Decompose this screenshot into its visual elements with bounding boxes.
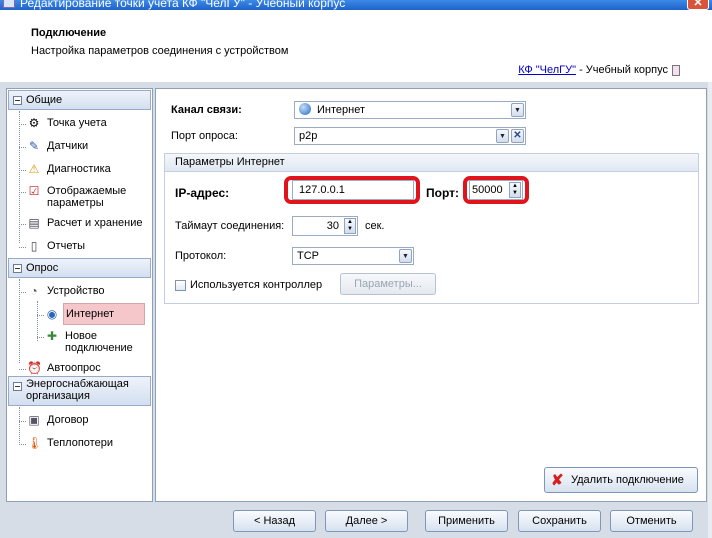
sidebar-item-label: Диагностика (47, 163, 111, 175)
page-header: Подключение Настройка параметров соедине… (0, 10, 712, 82)
add-connection-icon: ✚ (46, 329, 58, 343)
port-poll-select[interactable]: p2p ▼ ✕ (294, 127, 526, 145)
page-subtitle: Настройка параметров соединения с устрой… (31, 45, 289, 57)
chevron-down-icon[interactable]: ▼ (399, 249, 412, 263)
collapse-icon[interactable] (13, 382, 22, 391)
connection-panel: Канал связи: Интернет ▼ Порт опроса: p2p… (155, 88, 707, 502)
protocol-select[interactable]: TCP ▼ (292, 247, 414, 265)
right-edge-scrollbar (708, 82, 712, 538)
delete-connection-label: Удалить подключение (571, 474, 684, 486)
delete-connection-button[interactable]: ✘ Удалить подключение (544, 467, 698, 493)
channel-value: Интернет (317, 104, 365, 116)
point-icon: ⚙ (28, 116, 40, 130)
sidebar-group-poll[interactable]: Опрос (8, 258, 151, 278)
channel-label: Канал связи: (171, 104, 242, 116)
sidebar-item-label: Теплопотери (47, 437, 113, 449)
alarm-clock-icon: ⏰ (27, 361, 42, 375)
ip-address-input[interactable]: 127.0.0.1 (292, 180, 414, 200)
back-button[interactable]: < Назад (233, 510, 316, 532)
port-label: Порт: (426, 186, 459, 200)
sidebar-item-label: Расчет и хранение (47, 217, 143, 229)
sidebar-group-label: Опрос (26, 262, 59, 274)
timeout-unit: сек. (365, 220, 385, 232)
channel-select[interactable]: Интернет ▼ (294, 101, 526, 119)
sidebar-item-label: Устройство (47, 285, 105, 297)
apply-button[interactable]: Применить (425, 510, 508, 532)
chevron-down-icon[interactable]: ▼ (496, 129, 509, 143)
contract-icon: ▣ (28, 413, 40, 427)
sidebar-item-label: Автоопрос (47, 362, 101, 374)
page-title: Подключение (31, 27, 107, 39)
sidebar-item-label: Точка учета (47, 117, 107, 129)
spinner-icon[interactable]: ▲ ▼ (344, 218, 356, 234)
collapse-icon[interactable] (13, 96, 22, 105)
sidebar-item-label: Отображаемые параметры (47, 185, 127, 209)
ip-value: 127.0.0.1 (299, 184, 345, 196)
sidebar-group-label: Общие (26, 94, 63, 106)
protocol-label: Протокол: (175, 250, 227, 262)
save-button[interactable]: Сохранить (518, 510, 601, 532)
port-poll-label: Порт опроса: (171, 130, 238, 142)
sidebar-item-label: Отчеты (47, 240, 86, 252)
sidebar-group-energy[interactable]: Энергоснабжающая организация (8, 376, 151, 406)
controller-label: Используется контроллер (190, 279, 323, 291)
sidebar-group-general[interactable]: Общие (8, 90, 151, 110)
sidebar-item-label: Новое подключение (65, 330, 133, 354)
timeout-label: Таймаут соединения: (175, 220, 285, 232)
object-name: - Учебный корпус (576, 64, 668, 76)
body-area: Общие ⚙ Точка учета ✎ Датчики ⚠ Диагност… (0, 82, 712, 538)
port-poll-value: p2p (299, 130, 318, 142)
app-icon (3, 0, 15, 8)
next-button[interactable]: Далее > (325, 510, 408, 532)
port-input[interactable]: 50000 ▲ ▼ (469, 180, 523, 200)
organization-link[interactable]: КФ "ЧелГУ" (518, 64, 576, 76)
delete-icon: ✘ (551, 472, 564, 489)
device-icon: ◔ (30, 284, 38, 298)
port-value: 50000 (472, 184, 503, 196)
pen-icon: ✎ (28, 139, 40, 153)
timeout-input[interactable]: 30 ▲ ▼ (292, 216, 358, 236)
sidebar-group-label: Энергоснабжающая организация (26, 378, 129, 402)
ip-label: IP-адрес: (175, 186, 230, 200)
window-title: Редактирование точки учета КФ "ЧелГУ" - … (20, 0, 346, 10)
chevron-down-icon[interactable]: ▼ (511, 103, 524, 117)
checklist-icon: ☑ (28, 184, 40, 198)
cancel-button[interactable]: Отменить (610, 510, 693, 532)
params-button[interactable]: Параметры... (340, 273, 436, 295)
globe-icon: ◉ (46, 307, 58, 321)
protocol-value: TCP (297, 250, 319, 262)
controller-checkbox[interactable] (175, 280, 186, 291)
spinner-icon[interactable]: ▲ ▼ (509, 182, 521, 198)
document-icon[interactable] (672, 64, 680, 76)
sidebar: Общие ⚙ Точка учета ✎ Датчики ⚠ Диагност… (6, 88, 153, 502)
thermometer-icon: 🌡 (27, 436, 43, 450)
object-link: КФ "ЧелГУ" - Учебный корпус (518, 64, 680, 76)
sidebar-item-label: Датчики (47, 140, 89, 152)
sidebar-item-label: Интернет (63, 303, 145, 325)
window-titlebar: Редактирование точки учета КФ "ЧелГУ" - … (0, 0, 712, 10)
timeout-value: 30 (326, 220, 339, 232)
clear-icon[interactable]: ✕ (511, 129, 524, 143)
report-icon: ▯ (30, 239, 38, 253)
warning-icon: ⚠ (28, 162, 40, 176)
section-title: Параметры Интернет (175, 156, 285, 168)
globe-icon (299, 103, 311, 115)
close-icon[interactable]: ✕ (687, 0, 709, 10)
collapse-icon[interactable] (13, 264, 22, 273)
sidebar-item-label: Договор (47, 414, 89, 426)
database-icon: ▤ (28, 216, 40, 230)
internet-params-section: Параметры Интернет IP-адрес: 127.0.0.1 П… (164, 153, 699, 304)
